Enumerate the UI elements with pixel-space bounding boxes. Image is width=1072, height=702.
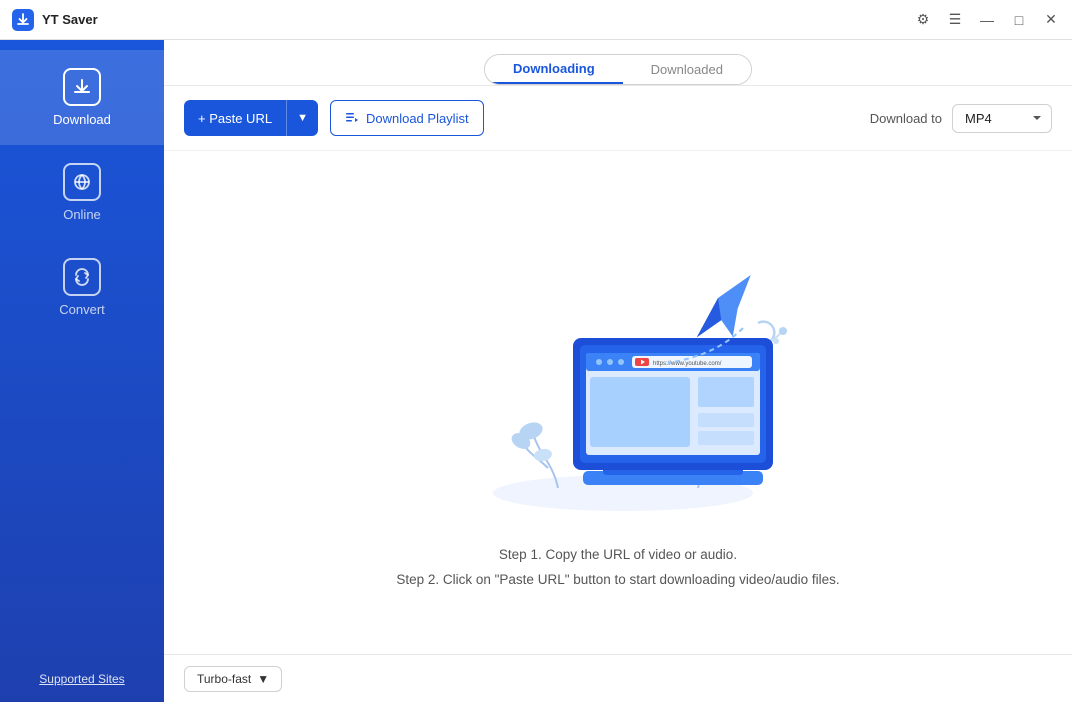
sidebar-item-convert[interactable]: Convert — [0, 240, 164, 335]
download-icon — [63, 68, 101, 106]
bottom-bar: Turbo-fast ▼ — [164, 654, 1072, 702]
close-button[interactable]: ✕ — [1042, 11, 1060, 29]
instructions: Step 1. Copy the URL of video or audio. … — [396, 543, 839, 592]
tab-downloaded[interactable]: Downloaded — [623, 55, 751, 84]
illustration: https://www.youtube.com/ — [428, 193, 808, 533]
turbo-label: Turbo-fast — [197, 672, 251, 686]
toolbar: + Paste URL ▼ Download Playlist Download… — [164, 86, 1072, 151]
sidebar-download-label: Download — [53, 112, 111, 127]
app-title: YT Saver — [42, 12, 914, 27]
tab-group: Downloading Downloaded — [484, 54, 752, 85]
convert-icon — [63, 258, 101, 296]
svg-text:https://www.youtube.com/: https://www.youtube.com/ — [653, 361, 722, 367]
paste-url-button[interactable]: + Paste URL ▼ — [184, 100, 318, 136]
tab-downloading[interactable]: Downloading — [485, 55, 623, 84]
content-area: Downloading Downloaded + Paste URL ▼ Dow… — [164, 40, 1072, 702]
paste-url-dropdown-icon: ▼ — [287, 100, 318, 136]
titlebar: YT Saver ⚙ ☰ — □ ✕ — [0, 0, 1072, 40]
turbo-arrow-icon: ▼ — [257, 672, 269, 686]
sidebar-convert-label: Convert — [59, 302, 105, 317]
sidebar: Download Online — [0, 40, 164, 702]
app-logo — [12, 9, 34, 31]
format-select[interactable]: MP4 MP3 AVI MOV MKV — [952, 104, 1052, 133]
download-playlist-button[interactable]: Download Playlist — [330, 100, 484, 136]
main-area: https://www.youtube.com/ — [164, 151, 1072, 654]
sidebar-online-label: Online — [63, 207, 101, 222]
maximize-button[interactable]: □ — [1010, 11, 1028, 29]
step2-text: Step 2. Click on "Paste URL" button to s… — [396, 568, 839, 592]
download-to-label: Download to — [870, 111, 942, 126]
online-icon — [63, 163, 101, 201]
sidebar-item-download[interactable]: Download — [0, 50, 164, 145]
step1-text: Step 1. Copy the URL of video or audio. — [396, 543, 839, 567]
menu-icon[interactable]: ☰ — [946, 11, 964, 29]
app-body: Download Online — [0, 40, 1072, 702]
supported-sites-link[interactable]: Supported Sites — [16, 672, 148, 686]
window-controls: ⚙ ☰ — □ ✕ — [914, 11, 1060, 29]
sidebar-item-online[interactable]: Online — [0, 145, 164, 240]
tab-bar: Downloading Downloaded — [164, 40, 1072, 86]
playlist-icon — [345, 111, 359, 125]
settings-icon[interactable]: ⚙ — [914, 11, 932, 29]
paste-url-label: + Paste URL — [184, 100, 287, 136]
minimize-button[interactable]: — — [978, 11, 996, 29]
playlist-label: Download Playlist — [366, 111, 469, 126]
sidebar-footer: Supported Sites — [0, 656, 164, 702]
download-to-section: Download to MP4 MP3 AVI MOV MKV — [870, 104, 1052, 133]
turbo-fast-button[interactable]: Turbo-fast ▼ — [184, 666, 282, 692]
